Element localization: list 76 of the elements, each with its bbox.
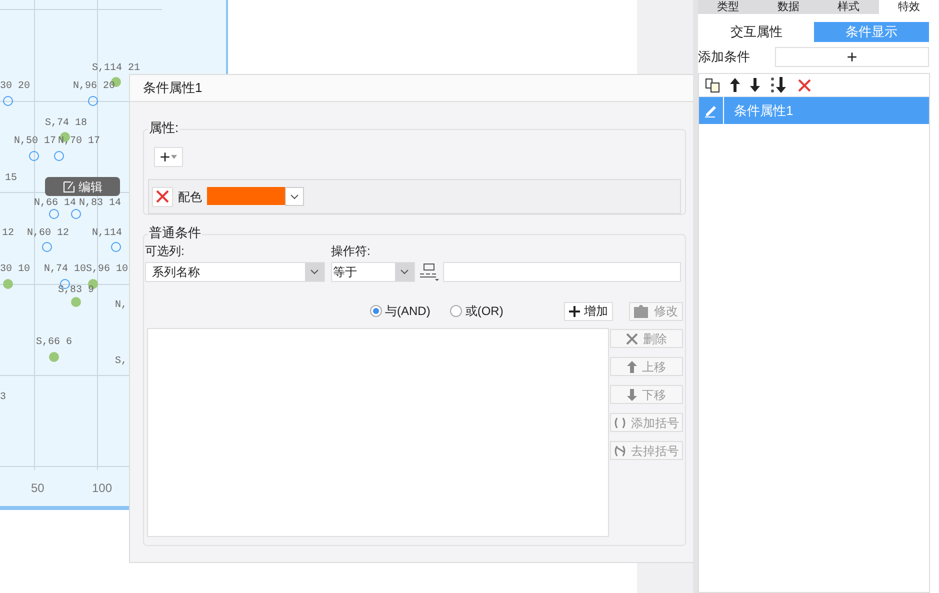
close-icon: [626, 332, 638, 344]
point-label: 30 10: [0, 265, 30, 275]
plus-icon: [569, 306, 580, 316]
chevron-down-icon: [290, 194, 299, 200]
arrow-up-icon: [627, 360, 637, 372]
color-picker[interactable]: [207, 187, 304, 206]
close-icon: [156, 190, 169, 203]
parentheses-icon: [614, 416, 626, 428]
hollow-point: [29, 151, 39, 161]
point-label: N,50 17: [14, 137, 56, 147]
point-label: N,114: [92, 229, 122, 239]
hollow-point: [71, 209, 81, 219]
arrow-up-icon[interactable]: [730, 78, 740, 92]
add-attribute-button[interactable]: +: [154, 147, 183, 167]
point-label: 15: [5, 174, 18, 184]
hollow-point: [3, 96, 13, 106]
filled-point: [49, 352, 59, 362]
puzzle-icon: [634, 304, 650, 318]
dialog-title: 条件属性1: [143, 79, 202, 98]
point-label: N,96 20: [73, 82, 116, 92]
tab[interactable]: 样式: [818, 0, 879, 14]
tab[interactable]: 数据: [758, 0, 818, 14]
chevron-down-icon: [400, 269, 409, 275]
copy-icon[interactable]: [705, 78, 720, 92]
logic-radio[interactable]: 或(OR): [450, 302, 504, 320]
move-to-bottom-icon[interactable]: [770, 77, 788, 93]
chevron-down-icon: [310, 269, 319, 275]
tab[interactable]: 特效: [878, 0, 939, 14]
value-input[interactable]: [443, 262, 681, 282]
point-label: N,83 14: [79, 199, 122, 209]
point-label: N,66 14: [34, 199, 76, 209]
arrow-down-icon[interactable]: [750, 78, 760, 92]
parentheses-remove-icon: [614, 444, 626, 456]
edit-button[interactable]: 编辑: [45, 177, 120, 196]
axis-tick-label: 100: [92, 482, 112, 494]
point-label: S,96 10: [86, 265, 128, 275]
group-legend: 普通条件: [148, 226, 202, 239]
point-label: 3: [0, 393, 6, 403]
text-type-icon[interactable]: [418, 263, 440, 281]
operator-select[interactable]: 等于: [331, 262, 415, 282]
remove-button[interactable]: [152, 186, 173, 206]
point-label: S,74 18: [45, 119, 88, 129]
tab[interactable]: 类型: [698, 0, 758, 14]
point-label: N,74 10: [44, 265, 86, 275]
axis-tick-label: 50: [31, 482, 44, 494]
point-label: 12: [2, 229, 14, 239]
point-label: N,70 17: [58, 137, 100, 147]
condition-label: 条件属性1: [734, 102, 794, 120]
field-label: 操作符:: [331, 244, 372, 258]
point-label: S,66 6: [36, 338, 72, 348]
attribute-label: 配色: [178, 188, 202, 206]
add-condition-label: 添加条件: [698, 48, 750, 66]
logic-radio[interactable]: 与(AND): [370, 302, 430, 320]
hollow-point: [88, 96, 98, 106]
pencil-icon: [704, 104, 718, 118]
hollow-point: [49, 209, 59, 219]
caret-icon: [171, 155, 178, 159]
column-select[interactable]: 系列名称: [145, 262, 325, 282]
add-condition-button[interactable]: +: [775, 47, 929, 67]
group-legend: 属性:: [148, 121, 180, 134]
point-label: S,83 9: [58, 286, 94, 296]
point-label: S,: [115, 357, 128, 367]
point-label: N,: [115, 301, 128, 311]
point-label: S,114 21: [92, 64, 140, 74]
point-label: N,60 12: [27, 229, 70, 239]
hollow-point: [54, 151, 64, 161]
arrow-down-icon: [627, 388, 637, 400]
point-label: 30 20: [0, 82, 30, 92]
delete-icon[interactable]: [798, 78, 811, 92]
add-button[interactable]: 增加: [564, 302, 613, 320]
filled-point: [71, 297, 81, 307]
hollow-point: [42, 242, 52, 252]
filled-point: [3, 279, 13, 289]
hollow-point: [111, 242, 121, 252]
field-label: 可选列:: [145, 244, 186, 258]
edit-icon: [62, 180, 74, 192]
